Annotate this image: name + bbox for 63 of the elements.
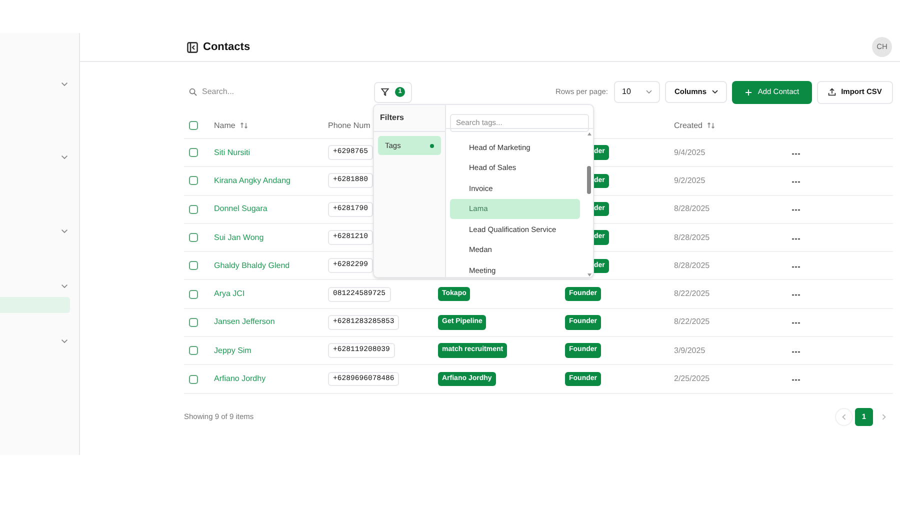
sort-icon[interactable] [240, 122, 248, 129]
contact-name-link[interactable]: Jeppy Sim [214, 346, 252, 355]
scrollbar-thumb[interactable] [587, 166, 591, 194]
more-icon[interactable] [792, 152, 800, 155]
sort-icon[interactable] [707, 122, 716, 129]
more-icon[interactable] [792, 379, 800, 382]
chevron-down-icon[interactable] [61, 155, 68, 160]
scroll-up-icon[interactable] [586, 132, 592, 136]
next-page-icon[interactable] [882, 414, 886, 420]
created-date: 8/22/2025 [674, 289, 710, 298]
more-icon[interactable] [792, 322, 800, 324]
contact-name-link[interactable]: Jansen Jefferson [214, 317, 275, 326]
more-icon[interactable] [792, 209, 800, 212]
checkbox[interactable] [189, 261, 198, 270]
created-date: 2/25/2025 [674, 374, 710, 384]
more-icon[interactable] [792, 294, 800, 296]
search-icon [189, 88, 197, 96]
created-date: 8/22/2025 [674, 317, 710, 326]
contact-name-link[interactable]: Siti Nursiti [214, 148, 250, 157]
checkbox[interactable] [189, 346, 198, 356]
contact-name-link[interactable]: Ghaldy Bhaldy Glend [214, 260, 290, 270]
column-header[interactable]: Phone Num [328, 120, 370, 132]
upload-icon [828, 88, 836, 96]
created-date: 9/2/2025 [674, 176, 706, 185]
more-icon[interactable] [792, 180, 800, 183]
contact-name-link[interactable]: Arfiano Jordhy [214, 374, 266, 384]
plus-icon [744, 88, 752, 96]
contact-name-link[interactable]: Kirana Angky Andang [214, 176, 291, 185]
created-date: 8/28/2025 [674, 260, 710, 270]
checkbox[interactable] [189, 374, 198, 384]
chevron-down-icon[interactable] [61, 284, 68, 289]
checkbox[interactable] [189, 121, 198, 130]
more-icon[interactable] [792, 238, 800, 240]
sidebar-toggle-icon[interactable] [187, 42, 198, 52]
chevron-left-icon [842, 414, 846, 420]
checkbox[interactable] [189, 233, 198, 242]
contact-name-link[interactable]: Donnel Sugara [214, 204, 268, 214]
created-date: 8/28/2025 [674, 204, 710, 214]
created-date: 3/9/2025 [674, 346, 706, 355]
checkbox[interactable] [189, 176, 198, 186]
chevron-down-icon [712, 90, 718, 94]
checkbox[interactable] [189, 148, 198, 158]
page-title: Contacts [203, 40, 250, 55]
search-field[interactable]: Search... [202, 86, 352, 98]
checkbox[interactable] [189, 204, 198, 214]
chevron-down-icon[interactable] [61, 228, 68, 234]
checkbox[interactable] [189, 290, 198, 299]
chevron-down-icon[interactable] [61, 82, 68, 87]
created-date: 9/4/2025 [674, 148, 706, 157]
created-date: 8/28/2025 [674, 232, 710, 242]
popover-title: Filters [380, 112, 404, 124]
column-header[interactable]: Created [674, 120, 702, 132]
chevron-down-icon[interactable] [61, 339, 68, 344]
chevron-down-icon [646, 90, 652, 94]
contact-name-link[interactable]: Sui Jan Wong [214, 232, 264, 242]
filter-icon [381, 88, 389, 96]
contact-name-link[interactable]: Arya JCI [214, 289, 245, 298]
rows-per-page-select[interactable]: 10 [614, 81, 660, 103]
column-header[interactable]: Name [214, 120, 236, 132]
checkbox[interactable] [189, 318, 198, 327]
more-icon[interactable] [792, 350, 800, 353]
more-icon[interactable] [792, 266, 800, 268]
scroll-down-icon[interactable] [586, 273, 592, 277]
